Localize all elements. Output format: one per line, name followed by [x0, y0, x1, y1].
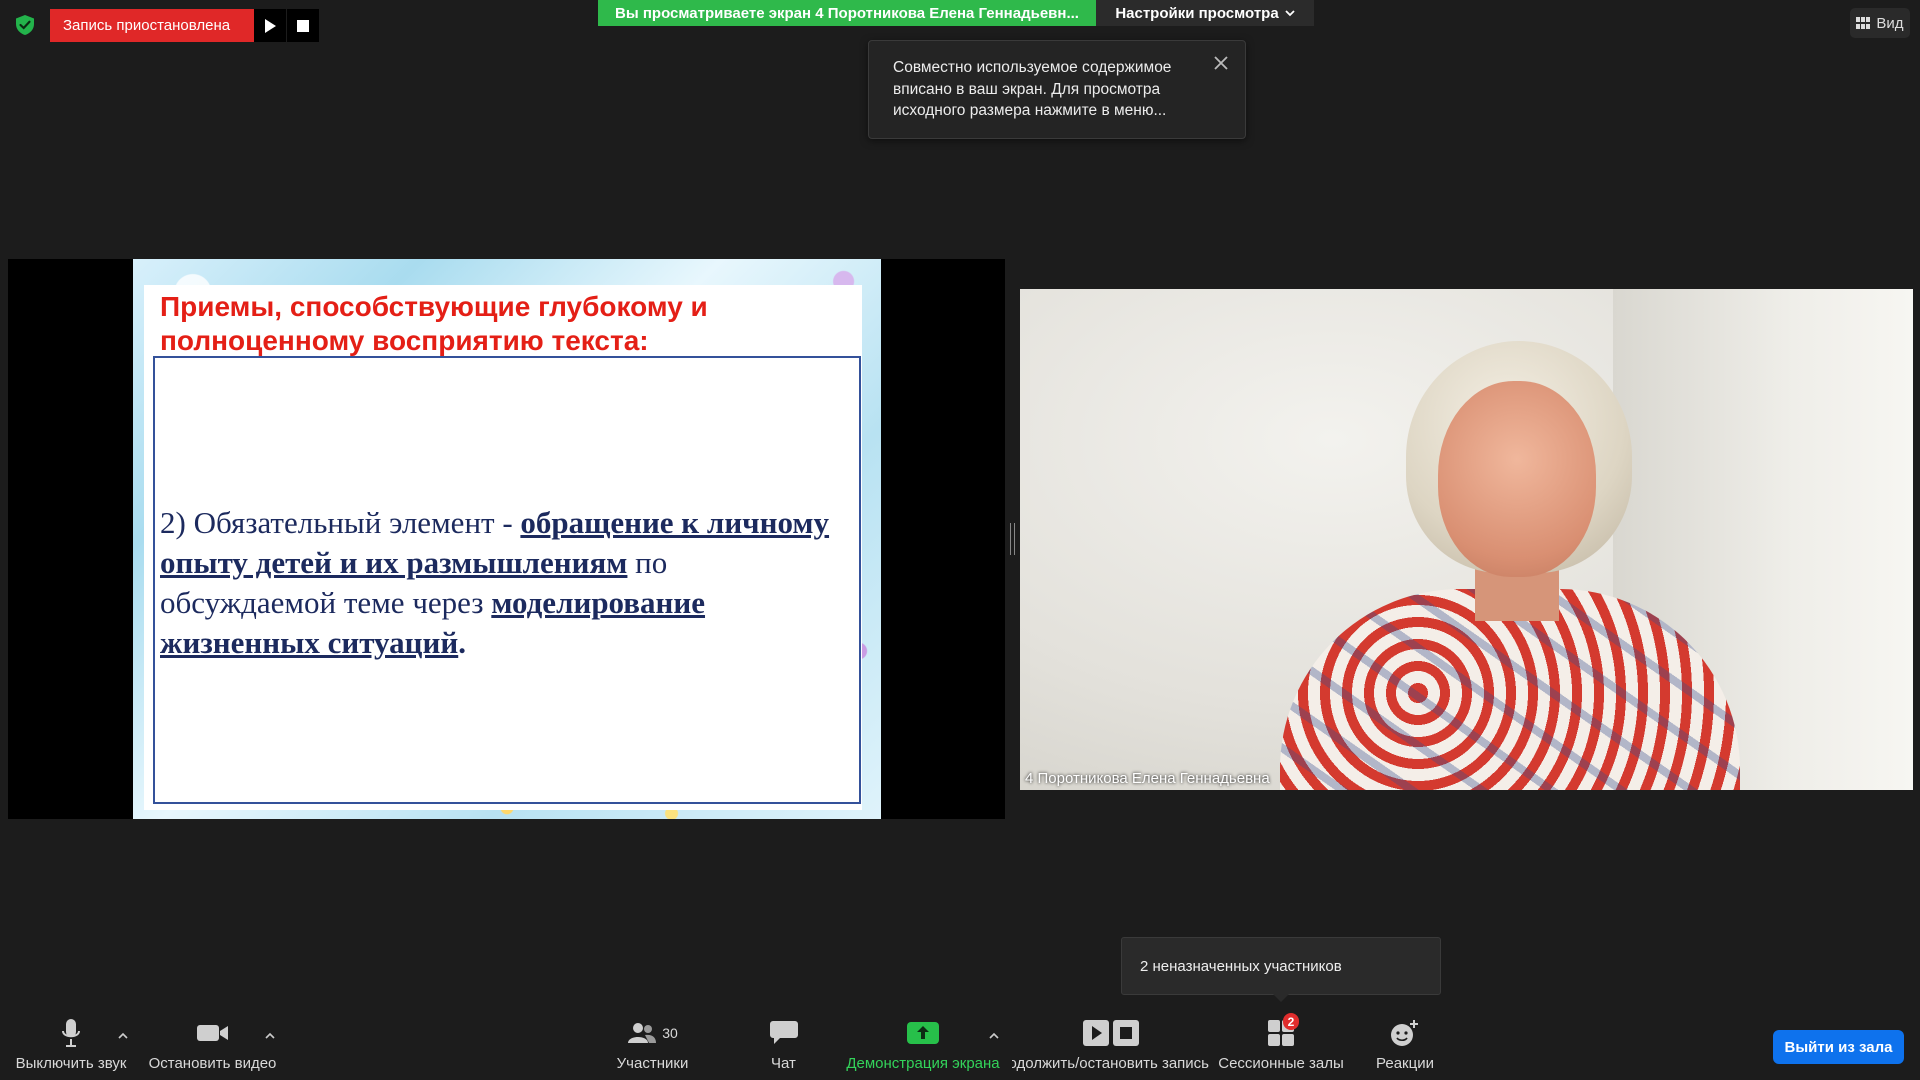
- stop-video-button[interactable]: Остановить видео: [145, 1015, 280, 1080]
- play-icon: [1082, 1020, 1109, 1046]
- participant-face: [1438, 381, 1596, 577]
- participants-icon: 30: [627, 1015, 678, 1051]
- play-icon: [265, 18, 276, 33]
- participants-button[interactable]: 30 Участники: [605, 1015, 700, 1080]
- share-screen-label: Демонстрация экрана: [846, 1055, 1000, 1072]
- share-screen-icon: [907, 1015, 939, 1051]
- recording-status-pill: Запись приостановлена: [50, 9, 254, 42]
- viewing-screen-banner: Вы просматриваете экран 4 Поротникова Ел…: [598, 0, 1096, 26]
- unassigned-participants-popup[interactable]: 2 неназначенных участников: [1121, 937, 1441, 995]
- breakout-rooms-icon: 2: [1261, 1013, 1301, 1051]
- reactions-label: Реакции: [1376, 1055, 1434, 1072]
- view-options-dropdown[interactable]: Настройки просмотра: [1096, 0, 1314, 26]
- view-layout-label: Вид: [1876, 14, 1904, 32]
- grid-icon: [1856, 17, 1871, 29]
- chat-button[interactable]: Чат: [755, 1015, 812, 1080]
- add-reaction-icon: [1390, 1015, 1420, 1051]
- participants-count: 30: [662, 1025, 678, 1041]
- participants-label: Участники: [616, 1055, 689, 1072]
- breakout-rooms-label: Сессионные залы: [1218, 1055, 1344, 1072]
- mute-button[interactable]: Выключить звук: [12, 1015, 130, 1080]
- unassigned-participants-text: 2 неназначенных участников: [1140, 957, 1342, 975]
- leave-room-button[interactable]: Выйти из зала: [1773, 1030, 1904, 1064]
- recording-controls-icon: [1082, 1015, 1139, 1051]
- share-screen-button[interactable]: Демонстрация экрана: [843, 1015, 1003, 1080]
- close-tooltip-button[interactable]: [1211, 53, 1231, 73]
- chat-bubble-icon: [769, 1015, 798, 1051]
- stop-recording-button[interactable]: [287, 9, 319, 42]
- tooltip-text: Совместно используемое содержимое вписан…: [893, 59, 1172, 119]
- stop-icon: [1112, 1020, 1139, 1046]
- chevron-up-icon: [265, 1032, 275, 1039]
- recording-controls-button[interactable]: продолжить/остановить запись: [1012, 1015, 1209, 1080]
- slide-body-end: .: [458, 625, 466, 660]
- participant-name-label: 4 Поротникова Елена Геннадьевна: [1025, 770, 1270, 787]
- reactions-button[interactable]: Реакции: [1365, 1015, 1445, 1080]
- breakout-rooms-badge: 2: [1283, 1013, 1299, 1030]
- video-options-caret[interactable]: [262, 1028, 278, 1044]
- leave-room-label: Выйти из зала: [1784, 1038, 1893, 1056]
- chevron-up-icon: [118, 1032, 128, 1039]
- chevron-up-icon: [989, 1032, 999, 1039]
- recording-controls-label: продолжить/остановить запись: [1012, 1055, 1209, 1072]
- slide-body-part1: 2) Обязательный элемент -: [160, 505, 521, 540]
- participant-video-tile[interactable]: [1020, 289, 1913, 790]
- slide-body-text: 2) Обязательный элемент - обращение к ли…: [160, 503, 850, 663]
- mute-label: Выключить звук: [15, 1055, 127, 1072]
- view-options-label: Настройки просмотра: [1115, 4, 1279, 22]
- fit-to-screen-tooltip: Совместно используемое содержимое вписан…: [868, 40, 1246, 139]
- recording-status-text: Запись приостановлена: [63, 17, 231, 34]
- slide-title: Приемы, способствующие глубокому и полно…: [160, 291, 708, 356]
- stop-video-label: Остановить видео: [148, 1055, 277, 1072]
- resize-handle[interactable]: [1010, 523, 1015, 555]
- microphone-icon: [61, 1015, 81, 1051]
- stop-icon: [297, 19, 309, 32]
- chat-label: Чат: [771, 1055, 796, 1072]
- resume-recording-button[interactable]: [254, 9, 286, 42]
- view-layout-button[interactable]: Вид: [1850, 8, 1910, 38]
- viewing-screen-text: Вы просматриваете экран 4 Поротникова Ел…: [615, 4, 1079, 22]
- chevron-down-icon: [1285, 9, 1295, 16]
- close-icon: [1214, 56, 1228, 70]
- share-options-caret[interactable]: [986, 1028, 1002, 1044]
- video-camera-icon: [196, 1015, 229, 1051]
- security-shield-icon[interactable]: [14, 14, 36, 36]
- popup-pointer: [1273, 994, 1289, 1002]
- breakout-rooms-button[interactable]: 2 Сессионные залы: [1215, 1013, 1347, 1080]
- audio-options-caret[interactable]: [115, 1028, 131, 1044]
